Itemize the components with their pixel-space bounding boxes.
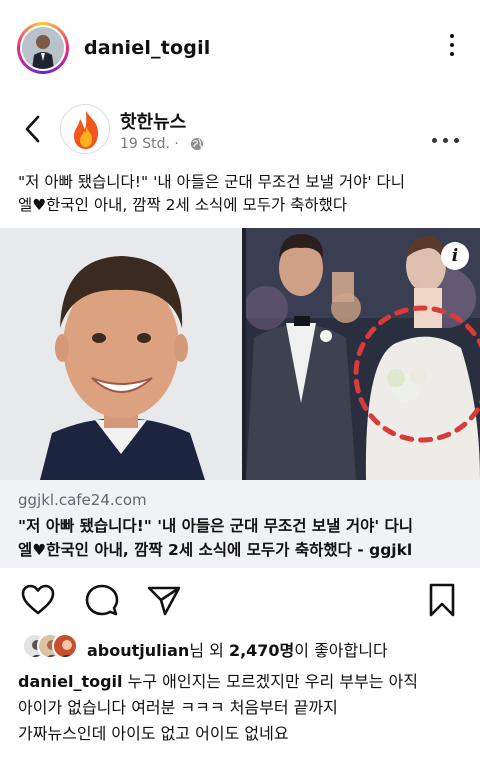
likes-count[interactable]: 2,470명 [229, 641, 294, 660]
story-ring[interactable] [17, 22, 69, 74]
post-time: 19 Std. · [120, 136, 179, 152]
portrait-image [0, 228, 242, 480]
link-preview[interactable]: ggjkl.cafe24.com "저 아빠 됐습니다!" '내 아들은 군대 … [0, 480, 480, 568]
liker-avatar [52, 633, 78, 659]
fire-icon [74, 111, 99, 149]
username[interactable]: daniel_togil [84, 37, 211, 59]
link-domain: ggjkl.cafe24.com [18, 491, 147, 509]
info-icon[interactable]: i [441, 242, 469, 270]
send-icon[interactable] [146, 582, 182, 618]
more-horizontal-icon[interactable] [432, 128, 466, 143]
liker-username[interactable]: aboutjulian [87, 641, 189, 660]
embedded-post-header: 핫한뉴스 19 Std. · [0, 96, 480, 166]
heart-icon[interactable] [20, 582, 56, 618]
action-bar [0, 578, 480, 622]
page-avatar[interactable] [60, 104, 110, 154]
likes-text: aboutjulian님 외 2,470명이 좋아합니다 [87, 641, 388, 660]
post-image[interactable]: i [0, 228, 480, 480]
caption: daniel_togil 누구 애인지는 모르겠지만 우리 부부는 아직 아이가… [18, 672, 419, 743]
comment-icon[interactable] [84, 582, 120, 618]
more-vertical-icon[interactable] [440, 34, 464, 64]
post-header: daniel_togil [0, 0, 480, 96]
caption-username[interactable]: daniel_togil [18, 672, 123, 691]
globe-icon [191, 138, 203, 150]
page-name[interactable]: 핫한뉴스 [120, 108, 186, 134]
link-title: "저 아빠 됐습니다!" '내 아들은 군대 무조건 보낼 거야' 다니 엘♥한… [18, 517, 413, 559]
chevron-left-icon[interactable] [22, 114, 44, 144]
post-headline: "저 아빠 됐습니다!" '내 아들은 군대 무조건 보낼 거야' 다니 엘♥한… [18, 173, 406, 214]
avatar[interactable] [22, 27, 64, 69]
likes-row[interactable]: aboutjulian님 외 2,470명이 좋아합니다 [0, 630, 480, 664]
bookmark-icon[interactable] [424, 582, 460, 618]
